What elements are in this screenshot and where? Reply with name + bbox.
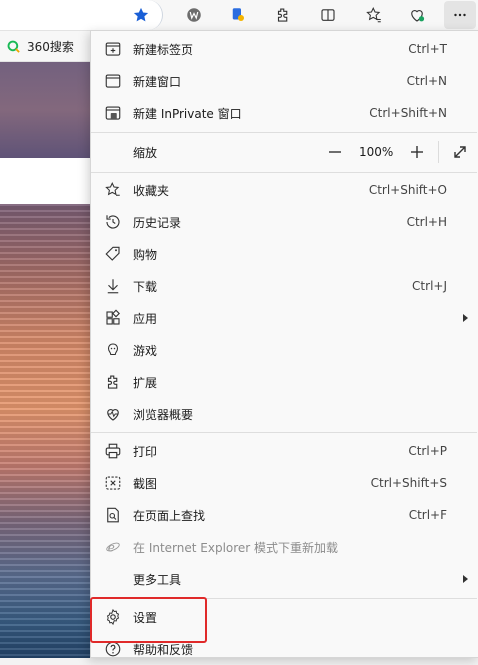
- menu-item-more-tools[interactable]: 更多工具: [91, 563, 477, 595]
- svg-text:e: e: [108, 541, 115, 555]
- shortcut-text: Ctrl+T: [408, 42, 447, 56]
- more-icon[interactable]: [444, 1, 476, 29]
- zoom-out-button[interactable]: [324, 141, 346, 163]
- shortcut-text: Ctrl+Shift+N: [369, 106, 447, 120]
- menu-divider: [91, 172, 477, 173]
- browser-health-icon[interactable]: [406, 4, 428, 26]
- print-icon: [104, 442, 122, 460]
- bookmark-label: 360搜索: [27, 39, 74, 54]
- favorite-star-icon[interactable]: [130, 4, 152, 26]
- menu-item-print[interactable]: 打印 Ctrl+P: [91, 435, 477, 467]
- fullscreen-icon: [454, 146, 466, 158]
- browser-health-icon: [104, 405, 122, 423]
- inprivate-icon: [104, 104, 122, 122]
- chevron-right-icon: [463, 575, 468, 583]
- menu-item-find-on-page[interactable]: 在页面上查找 Ctrl+F: [91, 499, 477, 531]
- chevron-right-icon: [463, 314, 468, 322]
- menu-item-new-window[interactable]: 新建窗口 Ctrl+N: [91, 65, 477, 97]
- menu-item-browser-essentials[interactable]: 浏览器概要: [91, 398, 477, 430]
- menu-item-new-inprivate[interactable]: 新建 InPrivate 窗口 Ctrl+Shift+N: [91, 97, 477, 129]
- screenshot-icon: [104, 474, 122, 492]
- new-tab-icon: [104, 40, 122, 58]
- menu-item-label: 下载: [133, 279, 158, 294]
- extension-puzzle-icon[interactable]: [272, 4, 294, 26]
- search-360-icon: [7, 40, 20, 53]
- menu-item-new-tab[interactable]: 新建标签页 Ctrl+T: [91, 33, 477, 65]
- plus-icon: [411, 146, 423, 158]
- menu-item-label: 在页面上查找: [133, 508, 206, 523]
- find-on-page-icon: [104, 506, 122, 524]
- extension-puzzle-icon[interactable]: [227, 4, 249, 26]
- menu-item-label: 游戏: [133, 343, 158, 358]
- menu-item-label: 新建标签页: [133, 42, 194, 57]
- history-icon: [104, 213, 122, 231]
- menu-item-zoom: 缩放 100%: [91, 135, 477, 169]
- internet-explorer-icon: e: [104, 538, 122, 556]
- bookmark-item-360[interactable]: 360搜索: [6, 37, 74, 55]
- menu-item-ie-mode[interactable]: e 在 Internet Explorer 模式下重新加载: [91, 531, 477, 563]
- apps-icon: [104, 309, 122, 327]
- menu-item-label: 缩放: [133, 145, 158, 160]
- menu-item-history[interactable]: 历史记录 Ctrl+H: [91, 206, 477, 238]
- zoom-in-button[interactable]: [406, 141, 428, 163]
- menu-item-label: 历史记录: [133, 215, 182, 230]
- profile-w-icon[interactable]: [183, 4, 205, 26]
- extension-puzzle-icon: [104, 373, 122, 391]
- split-screen-icon[interactable]: [317, 4, 339, 26]
- menu-divider: [91, 132, 477, 133]
- menu-item-label: 新建窗口: [133, 74, 182, 89]
- menu-item-label: 截图: [133, 476, 158, 491]
- zoom-divider: [438, 141, 439, 163]
- menu-item-label: 在 Internet Explorer 模式下重新加载: [133, 540, 339, 555]
- menu-item-label: 更多工具: [133, 572, 182, 587]
- shortcut-text: Ctrl+F: [408, 508, 447, 522]
- menu-item-apps[interactable]: 应用: [91, 302, 477, 334]
- shortcut-text: Ctrl+P: [408, 444, 447, 458]
- shortcut-text: Ctrl+H: [406, 215, 447, 229]
- highlight-box-settings: [90, 597, 207, 643]
- menu-item-label: 应用: [133, 311, 158, 326]
- menu-item-label: 扩展: [133, 375, 158, 390]
- settings-and-more-menu: 新建标签页 Ctrl+T 新建窗口 Ctrl+N 新建 InPrivate 窗口…: [90, 30, 478, 658]
- menu-item-screenshot[interactable]: 截图 Ctrl+Shift+S: [91, 467, 477, 499]
- menu-item-extensions[interactable]: 扩展: [91, 366, 477, 398]
- shortcut-text: Ctrl+J: [412, 279, 447, 293]
- menu-item-label: 打印: [133, 444, 158, 459]
- download-icon: [104, 277, 122, 295]
- menu-item-label: 帮助和反馈: [133, 642, 194, 657]
- menu-item-label: 购物: [133, 247, 158, 262]
- shortcut-text: Ctrl+Shift+O: [368, 183, 447, 197]
- favorites-icon[interactable]: [363, 4, 385, 26]
- menu-item-favorites[interactable]: 收藏夹 Ctrl+Shift+O: [91, 174, 477, 206]
- games-icon: [104, 341, 122, 359]
- favorites-icon: [104, 181, 122, 199]
- menu-item-games[interactable]: 游戏: [91, 334, 477, 366]
- fullscreen-button[interactable]: [449, 141, 471, 163]
- menu-item-shopping[interactable]: 购物: [91, 238, 477, 270]
- new-window-icon: [104, 72, 122, 90]
- menu-item-downloads[interactable]: 下载 Ctrl+J: [91, 270, 477, 302]
- shortcut-text: Ctrl+Shift+S: [370, 476, 447, 490]
- menu-item-label: 新建 InPrivate 窗口: [133, 106, 242, 121]
- shopping-tag-icon: [104, 245, 122, 263]
- minus-icon: [329, 151, 341, 153]
- zoom-level: 100%: [359, 145, 394, 159]
- browser-toolbar: [0, 0, 478, 31]
- shortcut-text: Ctrl+N: [406, 74, 447, 88]
- menu-item-label: 浏览器概要: [133, 407, 194, 422]
- menu-item-label: 收藏夹: [133, 183, 170, 198]
- menu-divider: [91, 432, 477, 433]
